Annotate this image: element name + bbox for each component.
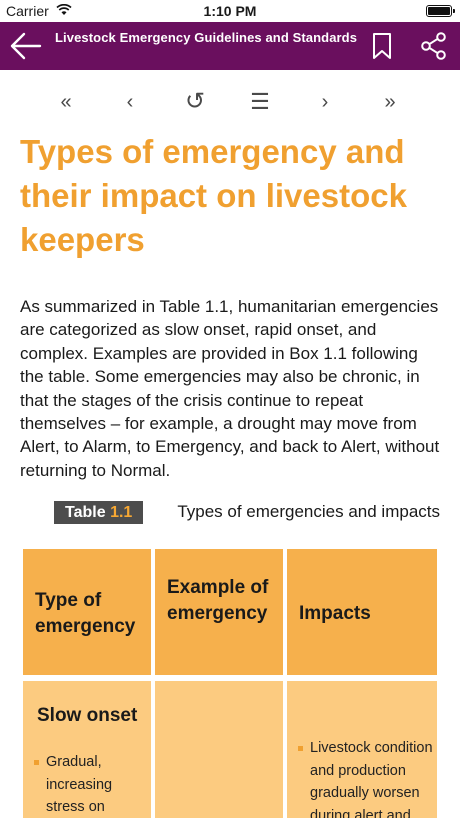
last-page-button[interactable]: »	[375, 88, 405, 116]
table-header-cell: Example of emergency	[155, 549, 283, 675]
bookmark-button[interactable]	[370, 31, 394, 61]
list-item: Livestock condition and production gradu…	[298, 737, 434, 818]
status-bar: Carrier 1:10 PM	[0, 0, 460, 22]
first-page-button[interactable]: «	[51, 88, 81, 116]
reload-button[interactable]: ↺	[180, 88, 210, 116]
header-type-label: Type of emergency	[35, 590, 136, 637]
share-icon	[421, 32, 446, 60]
page-nav-toolbar: « ‹ ↺ ☰ › »	[0, 84, 460, 120]
menu-button[interactable]: ☰	[245, 88, 275, 116]
table-header-cell: Type of emergency	[23, 549, 151, 675]
table-cell	[155, 681, 283, 818]
battery-icon	[426, 5, 455, 17]
header-impacts-label: Impacts	[299, 603, 371, 624]
bookmark-icon	[373, 33, 391, 59]
table-cell: Livestock condition and production gradu…	[287, 681, 437, 818]
list-item: Gradual, increasing stress on	[34, 751, 144, 818]
row-type-label: Slow onset	[37, 705, 138, 726]
next-page-button[interactable]: ›	[310, 88, 340, 116]
table-number: 1.1	[110, 504, 133, 521]
table-cell: Slow onset Gradual, increasing stress on	[23, 681, 151, 818]
table-header-cell: Impacts	[287, 549, 437, 675]
intro-paragraph: As summarized in Table 1.1, humanitarian…	[20, 297, 440, 480]
table-label-badge: Table 1.1	[54, 501, 144, 524]
share-button[interactable]	[420, 31, 448, 61]
table-caption: Table 1.1 Types of emergencies and impact…	[20, 500, 445, 524]
status-time: 1:10 PM	[203, 3, 257, 19]
previous-page-button[interactable]: ‹	[115, 88, 145, 116]
table-label-text: Table	[65, 504, 106, 521]
header-title: Livestock Emergency Guidelines and Stand…	[55, 30, 358, 45]
row-impacts-bullets: Livestock condition and production gradu…	[298, 737, 434, 818]
app-header: Livestock Emergency Guidelines and Stand…	[0, 22, 460, 70]
page-title: Types of emergency and their impact on l…	[20, 133, 407, 258]
back-button[interactable]	[8, 30, 44, 62]
header-example-label: Example of emergency	[167, 577, 269, 624]
table-caption-title: Types of emergencies and impacts	[177, 502, 440, 521]
arrow-left-icon	[10, 32, 42, 60]
row-type-bullets: Gradual, increasing stress on	[34, 751, 144, 818]
